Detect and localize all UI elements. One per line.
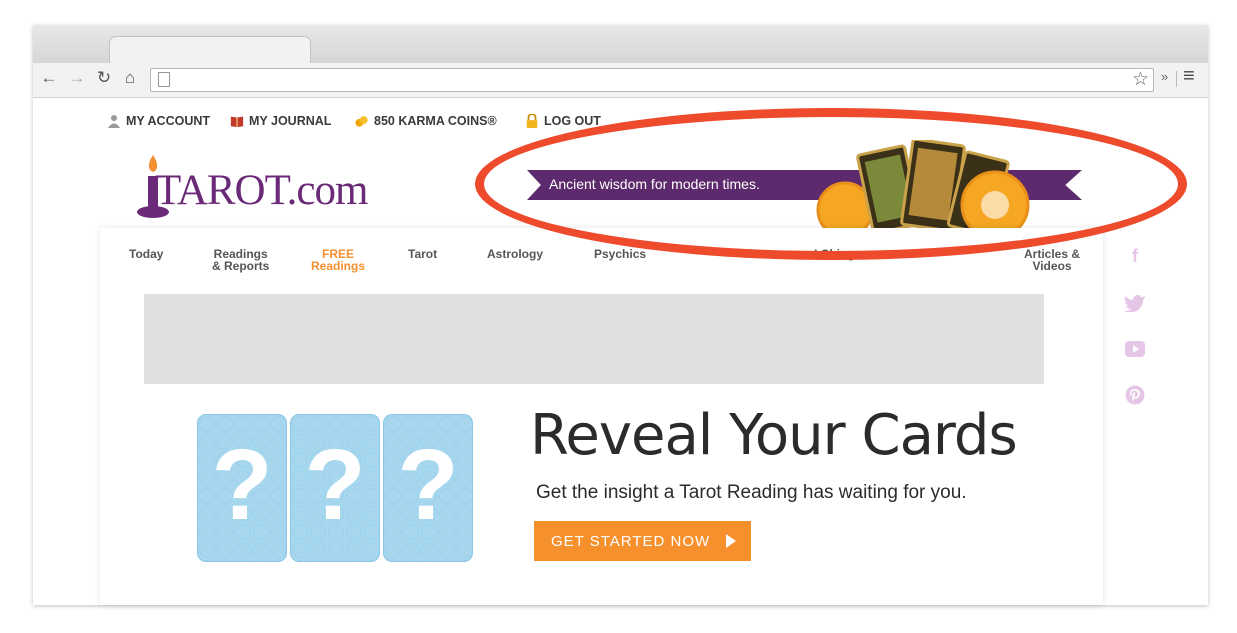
hero-title: Reveal Your Cards: [530, 403, 1018, 468]
nav-item-label-line2: & Reports: [212, 259, 270, 273]
back-icon[interactable]: ←: [38, 68, 60, 88]
coins-icon: [355, 116, 368, 127]
get-started-label: GET STARTED NOW: [551, 532, 711, 550]
book-icon: [230, 116, 244, 128]
log-out-link[interactable]: LOG OUT: [525, 114, 601, 128]
tarot-card-back[interactable]: ?: [197, 414, 287, 562]
nav-item-label: Tarot: [408, 247, 438, 261]
pinterest-icon[interactable]: [1124, 385, 1146, 405]
hero-subtitle: Get the insight a Tarot Reading has wait…: [536, 482, 967, 503]
get-started-button[interactable]: GET STARTED NOW: [534, 521, 751, 561]
nav-item-label: Today: [129, 247, 164, 261]
reload-icon[interactable]: ↻: [93, 68, 115, 88]
my-account-label: MY ACCOUNT: [126, 114, 211, 128]
bookmark-star-icon[interactable]: ☆: [1132, 68, 1149, 91]
my-account-link[interactable]: MY ACCOUNT: [107, 114, 210, 128]
nav-item-articles-videos[interactable]: Articles & Videos: [1024, 248, 1080, 272]
tarot-card-back[interactable]: ?: [383, 414, 473, 562]
question-mark: ?: [211, 429, 273, 541]
nav-item-astrology[interactable]: Astrology: [487, 248, 543, 260]
user-icon: [108, 115, 120, 128]
karma-coins-label: 850 KARMA COINS®: [374, 114, 497, 128]
highlight-ellipse: [475, 108, 1187, 260]
account-bar: MY ACCOUNT MY JOURNAL 850 KARMA COINS® L…: [0, 90, 1237, 128]
nav-item-label-line2: Videos: [1032, 259, 1072, 273]
page-icon: [158, 72, 170, 87]
question-mark: ?: [304, 429, 366, 541]
question-mark: ?: [397, 429, 459, 541]
nav-item-label-line2: Readings: [311, 259, 366, 273]
my-journal-link[interactable]: MY JOURNAL: [230, 114, 331, 128]
logo-wordmark: TAROT.com: [155, 167, 368, 214]
play-arrow-icon: [726, 534, 736, 548]
forward-icon[interactable]: →: [66, 68, 88, 88]
extensions-overflow-icon[interactable]: »: [1161, 69, 1168, 84]
home-icon[interactable]: ⌂: [119, 68, 141, 88]
log-out-label: LOG OUT: [544, 114, 601, 128]
lock-icon: [526, 114, 538, 128]
tab-strip: [33, 25, 1208, 67]
karma-coins-link[interactable]: 850 KARMA COINS®: [355, 114, 497, 128]
nav-item-psychics[interactable]: Psychics: [594, 248, 646, 260]
tarot-logo[interactable]: TAROT.com: [135, 150, 435, 220]
nav-item-today[interactable]: Today: [129, 248, 163, 260]
youtube-icon[interactable]: [1124, 340, 1146, 358]
menu-icon[interactable]: ≡: [1183, 65, 1195, 88]
address-bar[interactable]: ☆: [150, 68, 1154, 92]
nav-item-tarot[interactable]: Tarot: [408, 248, 437, 260]
nav-item-label: Astrology: [487, 247, 544, 261]
toolbar-separator: [1176, 71, 1177, 87]
twitter-icon[interactable]: [1124, 294, 1146, 312]
nav-item-label: Psychics: [594, 247, 647, 261]
tarot-card-back[interactable]: ?: [290, 414, 380, 562]
nav-item-free-readings[interactable]: FREE Readings: [311, 248, 365, 272]
facebook-icon[interactable]: f: [1124, 246, 1146, 267]
nav-item-readings-reports[interactable]: Readings & Reports: [212, 248, 269, 272]
my-journal-label: MY JOURNAL: [249, 114, 332, 128]
ad-placeholder: [144, 294, 1044, 384]
